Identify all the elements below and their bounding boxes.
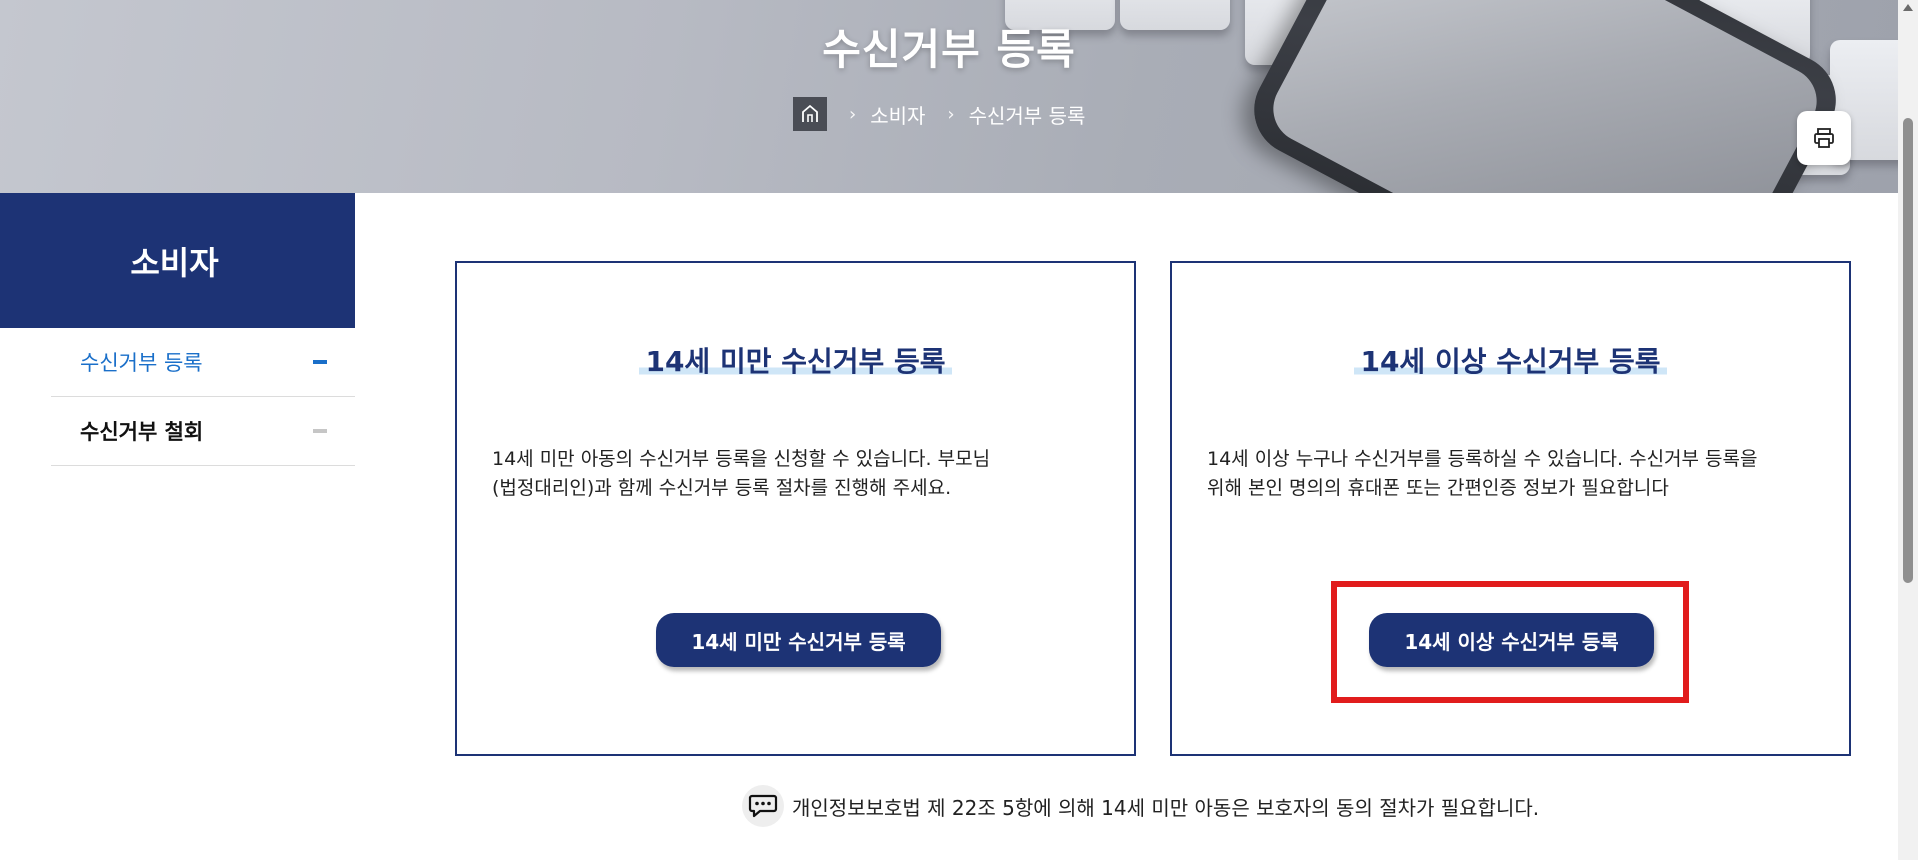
- sidebar-heading-label: 소비자: [130, 243, 219, 282]
- card-description: 14세 미만 아동의 수신거부 등록을 신청할 수 있습니다. 부모님 (법정대…: [492, 448, 991, 499]
- breadcrumb-item-consumer[interactable]: 소비자: [870, 100, 925, 129]
- chevron-right-icon: ›: [849, 103, 857, 125]
- hero-banner: 수신거부 등록 › 소비자 › 수신거부 등록: [0, 0, 1898, 193]
- register-under-14-button[interactable]: 14세 미만 수신거부 등록: [656, 613, 941, 667]
- minus-icon: [313, 429, 327, 433]
- card-title: 14세 미만 수신거부 등록: [457, 340, 1134, 380]
- scrollbar[interactable]: [1898, 0, 1918, 860]
- legal-notice: 개인정보보호법 제 22조 5항에 의해 14세 미만 아동은 보호자의 동의 …: [742, 785, 1539, 827]
- scroll-up-arrow-icon[interactable]: [1903, 4, 1913, 11]
- speech-bubble-icon: [742, 785, 784, 827]
- breadcrumb: › 소비자 › 수신거부 등록: [793, 97, 1085, 131]
- sidebar-item-register[interactable]: 수신거부 등록: [51, 328, 355, 397]
- home-icon[interactable]: [793, 97, 827, 131]
- minus-icon: [313, 360, 327, 364]
- notice-text: 개인정보보호법 제 22조 5항에 의해 14세 미만 아동은 보호자의 동의 …: [792, 795, 1540, 820]
- sidebar-heading: 소비자: [0, 193, 355, 328]
- sidebar-item-withdraw[interactable]: 수신거부 철회: [51, 397, 355, 466]
- printer-icon: [1814, 128, 1834, 148]
- breadcrumb-item-current[interactable]: 수신거부 등록: [969, 100, 1086, 129]
- print-button[interactable]: [1797, 111, 1851, 165]
- chevron-right-icon: ›: [947, 103, 955, 125]
- sidebar-item-label: 수신거부 등록: [80, 351, 203, 375]
- sidebar-item-label: 수신거부 철회: [80, 420, 204, 444]
- scroll-thumb[interactable]: [1903, 118, 1913, 583]
- page-title: 수신거부 등록: [822, 25, 1076, 74]
- highlight-box: [1331, 581, 1689, 703]
- card-under-14: 14세 미만 수신거부 등록 14세 미만 아동의 수신거부 등록을 신청할 수…: [455, 261, 1136, 756]
- card-title: 14세 이상 수신거부 등록: [1172, 340, 1849, 380]
- card-description: 14세 이상 누구나 수신거부를 등록하실 수 있습니다. 수신거부 등록을 위…: [1207, 448, 1758, 499]
